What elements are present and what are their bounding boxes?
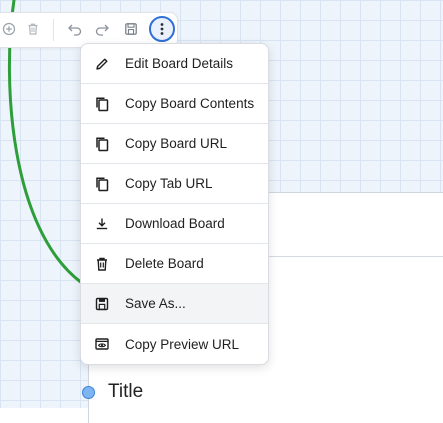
menu-item-label: Download Board xyxy=(125,216,225,231)
copy-icon xyxy=(94,136,110,152)
menu-item-delete-board[interactable]: Delete Board xyxy=(81,244,268,284)
copy-icon xyxy=(94,96,110,112)
save-button[interactable] xyxy=(119,17,143,41)
menu-item-edit-board-details[interactable]: Edit Board Details xyxy=(81,44,268,84)
menu-item-label: Edit Board Details xyxy=(125,56,234,71)
menu-item-label: Copy Tab URL xyxy=(125,176,213,191)
menu-item-copy-board-url[interactable]: Copy Board URL xyxy=(81,124,268,164)
board-options-menu: Edit Board Details Copy Board Contents C… xyxy=(80,43,269,365)
menu-item-label: Save As... xyxy=(125,296,186,311)
add-button[interactable] xyxy=(0,17,21,41)
menu-item-label: Copy Board URL xyxy=(125,136,228,151)
trash-icon xyxy=(28,23,38,35)
menu-item-copy-board-contents[interactable]: Copy Board Contents xyxy=(81,84,268,124)
add-circle-icon xyxy=(2,22,16,36)
toolbar-separator xyxy=(53,19,54,41)
more-vertical-icon xyxy=(160,23,164,35)
menu-item-copy-tab-url[interactable]: Copy Tab URL xyxy=(81,164,268,204)
menu-item-copy-preview-url[interactable]: Copy Preview URL xyxy=(81,324,268,364)
copy-icon xyxy=(94,176,110,192)
trash-icon xyxy=(94,256,110,272)
undo-button[interactable] xyxy=(63,17,87,41)
delete-button[interactable] xyxy=(21,17,45,41)
menu-item-label: Copy Board Contents xyxy=(125,96,255,111)
card-title[interactable]: Title xyxy=(108,381,143,403)
save-icon xyxy=(94,296,110,312)
save-icon xyxy=(125,23,137,35)
pencil-icon xyxy=(94,56,110,72)
redo-icon xyxy=(95,24,109,36)
undo-icon xyxy=(68,24,82,36)
connection-handle[interactable] xyxy=(82,386,95,399)
menu-item-save-as[interactable]: Save As... xyxy=(81,284,268,324)
preview-icon xyxy=(94,336,110,352)
menu-item-download-board[interactable]: Download Board xyxy=(81,204,268,244)
more-options-button[interactable] xyxy=(149,16,175,42)
menu-item-label: Copy Preview URL xyxy=(125,336,240,352)
redo-button[interactable] xyxy=(90,17,114,41)
download-icon xyxy=(94,216,110,232)
menu-item-label: Delete Board xyxy=(125,256,204,271)
